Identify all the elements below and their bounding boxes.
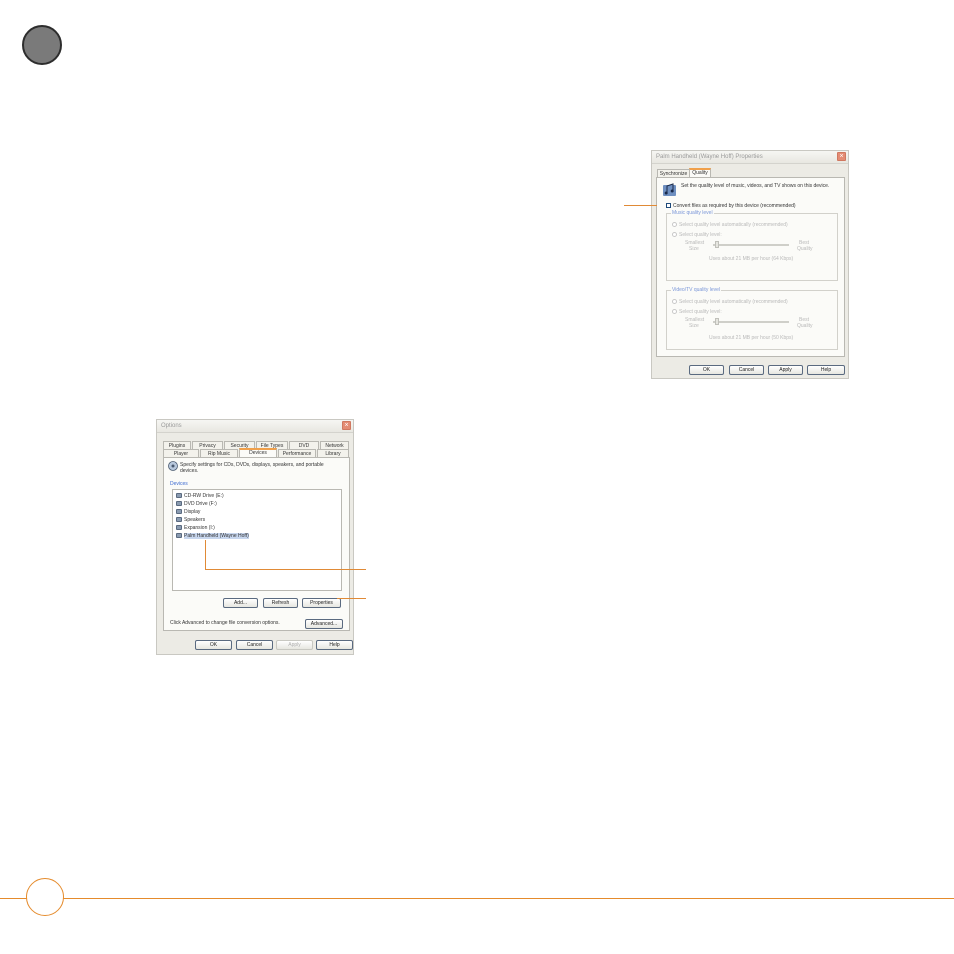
music-quality-label: Quality: [797, 246, 813, 252]
list-item-speakers[interactable]: Speakers: [176, 516, 205, 523]
video-quality-legend: Video/TV quality level: [671, 287, 721, 293]
page-number-circle: [26, 878, 64, 916]
music-manual-label: Select quality level:: [679, 232, 722, 238]
footer-rule: [0, 898, 954, 899]
video-quality-group: Video/TV quality level Select quality le…: [666, 287, 838, 350]
options-dialog-title: Options: [161, 423, 182, 429]
music-quality-legend: Music quality level: [671, 210, 714, 216]
music-note-icon: [663, 182, 676, 196]
video-quality-label: Quality: [797, 323, 813, 329]
tab-quality[interactable]: Quality: [689, 168, 711, 177]
properties-button[interactable]: Properties: [302, 598, 341, 608]
music-slider-thumb[interactable]: [715, 241, 719, 248]
music-quality-slider[interactable]: [713, 244, 789, 246]
music-usage-text: Uses about 21 MB per hour (64 Kbps): [709, 256, 794, 262]
properties-titlebar[interactable]: Palm Handheld (Wayne Hoff) Properties ×: [652, 151, 848, 164]
list-item-cd-rw-drive[interactable]: CD-RW Drive (E:): [176, 492, 224, 499]
properties-dialog-title: Palm Handheld (Wayne Hoff) Properties: [656, 154, 763, 160]
options-cancel-button[interactable]: Cancel: [236, 640, 273, 650]
video-auto-radio[interactable]: [672, 299, 677, 304]
handheld-icon: [176, 533, 182, 538]
options-titlebar[interactable]: Options ×: [157, 420, 353, 433]
music-auto-radio[interactable]: [672, 222, 677, 227]
quality-panel: Set the quality level of music, videos, …: [656, 177, 845, 357]
list-item-display[interactable]: Display: [176, 508, 200, 515]
devices-group-label: Devices: [170, 481, 188, 487]
advanced-button[interactable]: Advanced...: [305, 619, 343, 629]
dvd-drive-icon: [176, 501, 182, 506]
properties-dialog: Palm Handheld (Wayne Hoff) Properties × …: [651, 150, 849, 379]
advanced-hint: Click Advanced to change file conversion…: [170, 620, 280, 626]
video-size-label: Size: [689, 323, 699, 329]
callout-line-convert: [624, 205, 657, 206]
list-item-dvd-drive[interactable]: DVD Drive (F:): [176, 500, 217, 507]
properties-ok-button[interactable]: OK: [689, 365, 724, 375]
expansion-card-icon: [176, 525, 182, 530]
close-button[interactable]: ×: [837, 152, 846, 161]
video-quality-slider[interactable]: [713, 321, 789, 323]
options-help-button[interactable]: Help: [316, 640, 353, 650]
devices-panel: Specify settings for CDs, DVDs, displays…: [163, 457, 350, 631]
video-usage-text: Uses about 21 MB per hour (50 Kbps): [709, 335, 794, 341]
video-auto-label: Select quality level automatically (reco…: [679, 299, 788, 305]
music-size-label: Size: [689, 246, 699, 252]
refresh-button[interactable]: Refresh: [263, 598, 298, 608]
options-ok-button[interactable]: OK: [195, 640, 232, 650]
properties-apply-button[interactable]: Apply: [768, 365, 803, 375]
devices-description: Specify settings for CDs, DVDs, displays…: [180, 462, 324, 474]
properties-help-button[interactable]: Help: [807, 365, 845, 375]
video-manual-radio[interactable]: [672, 309, 677, 314]
video-slider-thumb[interactable]: [715, 318, 719, 325]
cd-drive-icon: [176, 493, 182, 498]
video-manual-label: Select quality level:: [679, 309, 722, 315]
quality-description: Set the quality level of music, videos, …: [681, 183, 830, 189]
speakers-icon: [176, 517, 182, 522]
music-manual-radio[interactable]: [672, 232, 677, 237]
tab-devices[interactable]: Devices: [239, 448, 277, 457]
page-marker-circle: [22, 25, 62, 65]
devices-settings-icon: [168, 461, 178, 471]
callout-line-handheld-horizontal: [205, 569, 366, 570]
properties-cancel-button[interactable]: Cancel: [729, 365, 764, 375]
convert-files-checkbox[interactable]: [666, 203, 671, 208]
close-button[interactable]: ×: [342, 421, 351, 430]
display-icon: [176, 509, 182, 514]
options-dialog: Options × Plugins Privacy Security File …: [156, 419, 354, 655]
options-apply-button[interactable]: Apply: [276, 640, 313, 650]
callout-line-properties: [337, 598, 366, 599]
convert-files-label: Convert files as required by this device…: [673, 203, 796, 209]
list-item-expansion[interactable]: Expansion (I:): [176, 524, 215, 531]
music-auto-label: Select quality level automatically (reco…: [679, 222, 788, 228]
add-device-button[interactable]: Add...: [223, 598, 258, 608]
list-item-palm-handheld[interactable]: Palm Handheld (Wayne Hoff): [176, 532, 249, 539]
devices-list[interactable]: CD-RW Drive (E:) DVD Drive (F:) Display …: [172, 489, 342, 591]
music-quality-group: Music quality level Select quality level…: [666, 210, 838, 281]
callout-line-handheld-vertical: [205, 540, 206, 570]
